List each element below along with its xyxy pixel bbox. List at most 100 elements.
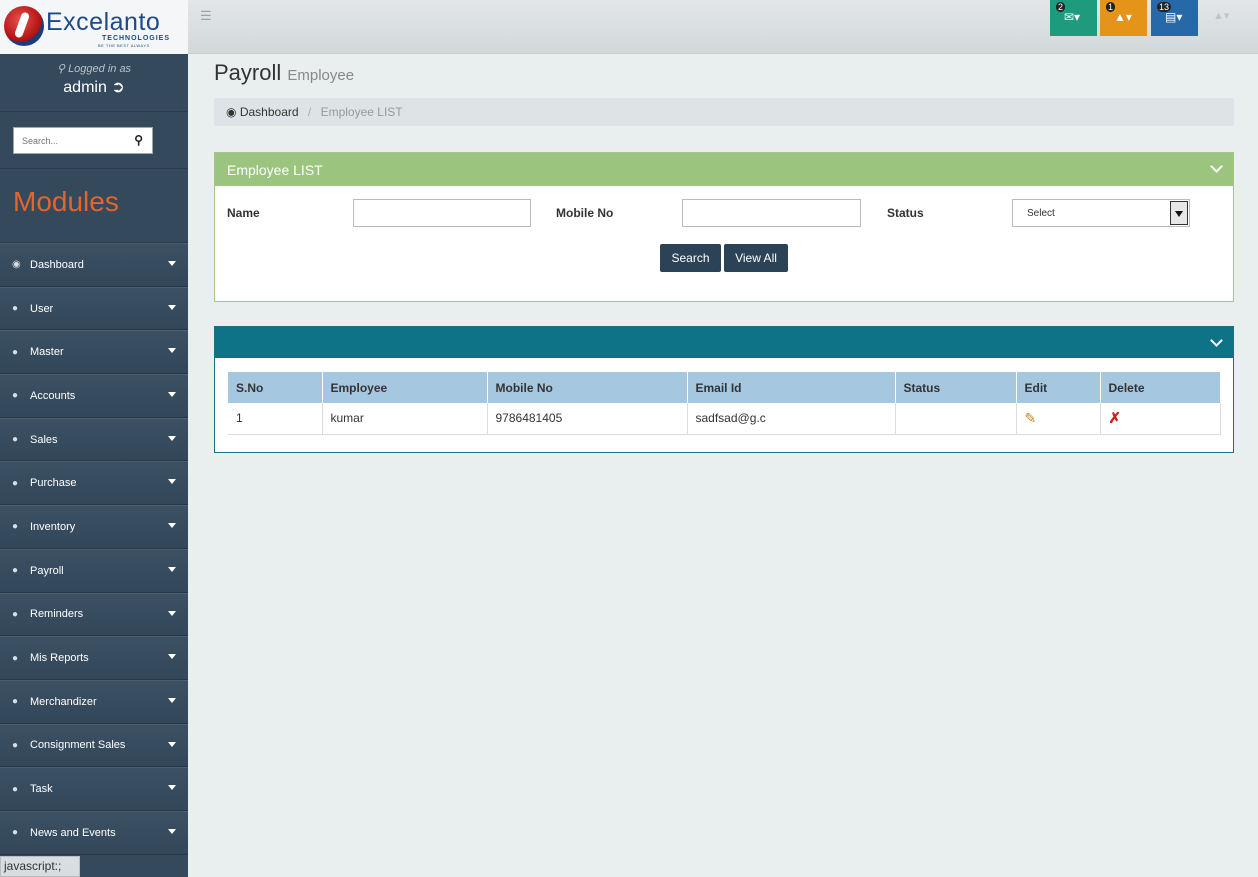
employee-filter-panel: Employee LIST Name Mobile No Status Sele…: [214, 152, 1234, 302]
user-icon: ●: [12, 608, 19, 620]
table-row: 1 kumar 9786481405 sadfsad@g.c ✎ ✗: [228, 403, 1221, 435]
page-subtitle: Employee: [287, 67, 355, 84]
user-icon: ●: [12, 434, 19, 446]
col-status: Status: [895, 372, 1017, 403]
dashboard-icon: ◉: [226, 105, 237, 119]
cell-sno: 1: [228, 403, 323, 435]
employee-table-panel: S.No Employee Mobile No Email Id Status …: [214, 326, 1234, 453]
alerts-dropdown[interactable]: 1 ▲▾: [1100, 0, 1147, 36]
chevron-down-icon[interactable]: [1210, 160, 1223, 173]
sidebar-item-news-and-events[interactable]: ● News and Events: [0, 810, 188, 855]
employee-table: S.No Employee Mobile No Email Id Status …: [228, 372, 1221, 435]
sidebar: ⚲ Logged in as admin ➲ ⚲ Modules ◉ Dashbo…: [0, 54, 188, 877]
cell-edit: ✎: [1016, 403, 1101, 435]
caret-down-icon: [168, 741, 176, 747]
sidebar-item-user[interactable]: ● User: [0, 286, 188, 331]
caret-down-icon: [168, 392, 176, 398]
sidebar-item-label: Task: [30, 783, 53, 796]
status-selected-value: Select: [1027, 208, 1055, 219]
search-button[interactable]: Search: [660, 244, 721, 272]
delete-x-icon[interactable]: ✗: [1109, 410, 1122, 427]
user-menu-icon[interactable]: ▲▾: [1213, 9, 1229, 22]
caret-down-icon: [168, 348, 176, 354]
caret-down-icon: [168, 785, 176, 791]
mobile-input[interactable]: [682, 199, 861, 227]
view-all-button[interactable]: View All: [724, 244, 788, 272]
search-box: ⚲: [13, 127, 153, 154]
top-bar: Excelanto TECHNOLOGIES BE THE BEST ALWAY…: [0, 0, 1258, 54]
logo-mark-icon: [4, 6, 44, 46]
messages-dropdown[interactable]: 2 ✉▾: [1050, 0, 1097, 36]
user-icon: ●: [12, 565, 19, 577]
user-icon: ●: [12, 827, 19, 839]
sidebar-item-label: Inventory: [30, 520, 76, 533]
sidebar-item-merchandizer[interactable]: ● Merchandizer: [0, 679, 188, 724]
breadcrumb-separator: /: [307, 105, 312, 119]
breadcrumb: ◉ Dashboard / Employee LIST: [214, 98, 1234, 126]
panel-header: Employee LIST: [215, 153, 1233, 186]
sidebar-item-inventory[interactable]: ● Inventory: [0, 505, 188, 549]
sidebar-item-sales[interactable]: ● Sales: [0, 417, 188, 462]
sidebar-item-dashboard[interactable]: ◉ Dashboard: [0, 243, 188, 287]
breadcrumb-current: Employee LIST: [320, 105, 403, 119]
sidebar-item-mis-reports[interactable]: ● Mis Reports: [0, 636, 188, 680]
caret-down-icon: [168, 523, 176, 529]
status-label: Status: [887, 206, 924, 220]
caret-down-icon: [168, 304, 176, 310]
sidebar-item-accounts[interactable]: ● Accounts: [0, 374, 188, 418]
caret-down-icon: [168, 610, 176, 616]
status-select[interactable]: Select: [1012, 199, 1190, 227]
cell-employee: kumar: [322, 403, 488, 435]
sidebar-item-reminders[interactable]: ● Reminders: [0, 592, 188, 637]
edit-pencil-icon[interactable]: ✎: [1025, 410, 1037, 426]
sidebar-item-master[interactable]: ● Master: [0, 330, 188, 375]
user-icon: ●: [12, 783, 19, 795]
col-edit: Edit: [1016, 372, 1101, 403]
sidebar-item-label: Reminders: [30, 608, 84, 621]
cell-mobile: 9786481405: [487, 403, 688, 435]
name-input[interactable]: [353, 199, 531, 227]
brand-logo[interactable]: Excelanto TECHNOLOGIES BE THE BEST ALWAY…: [0, 0, 188, 54]
chevron-down-icon[interactable]: [1210, 334, 1223, 347]
tasks-dropdown[interactable]: 13 ▤▾: [1151, 0, 1198, 36]
panel-header: [215, 327, 1233, 358]
brand-tagline: BE THE BEST ALWAYS: [98, 43, 150, 48]
search-input[interactable]: [14, 128, 124, 153]
col-employee: Employee: [322, 372, 488, 403]
caret-down-icon: [168, 261, 176, 266]
panel-title: Employee LIST: [227, 162, 323, 178]
caret-down-icon: [168, 654, 176, 660]
caret-down-icon: [168, 479, 176, 485]
user-icon: ●: [12, 652, 19, 664]
sidebar-item-label: Sales: [30, 433, 58, 446]
sidebar-item-label: Consignment Sales: [30, 739, 126, 752]
logged-in-label: ⚲ Logged in as: [56, 63, 132, 75]
hamburger-icon[interactable]: ☰: [200, 8, 212, 24]
username[interactable]: admin ➲: [0, 77, 188, 97]
sidebar-item-task[interactable]: ● Task: [0, 767, 188, 811]
caret-down-icon: [168, 828, 176, 834]
sidebar-item-label: User: [30, 302, 54, 315]
sidebar-item-label: Payroll: [30, 564, 64, 577]
sidebar-item-purchase[interactable]: ● Purchase: [0, 461, 188, 506]
user-icon: ●: [12, 696, 19, 708]
col-delete: Delete: [1100, 372, 1221, 403]
search-icon[interactable]: ⚲: [134, 133, 143, 147]
sidebar-item-payroll[interactable]: ● Payroll: [0, 548, 188, 593]
brand-sub: TECHNOLOGIES: [102, 35, 171, 42]
logout-icon[interactable]: ➲: [111, 79, 124, 96]
name-label: Name: [227, 206, 260, 220]
cell-delete: ✗: [1100, 403, 1221, 435]
dashboard-icon: ◉: [12, 259, 21, 271]
cell-status: [895, 403, 1017, 435]
key-icon: ⚲: [56, 63, 69, 75]
user-icon: ●: [12, 303, 19, 315]
login-info: ⚲ Logged in as admin ➲: [0, 54, 188, 112]
sidebar-item-label: Accounts: [30, 389, 76, 402]
dropdown-arrow-icon[interactable]: [1170, 201, 1188, 225]
sidebar-item-consignment-sales[interactable]: ● Consignment Sales: [0, 723, 188, 768]
table-header-row: S.No Employee Mobile No Email Id Status …: [228, 372, 1221, 403]
sidebar-item-label: Master: [30, 346, 64, 359]
sidebar-item-label: News and Events: [30, 826, 116, 839]
breadcrumb-home[interactable]: ◉ Dashboard: [226, 105, 299, 119]
